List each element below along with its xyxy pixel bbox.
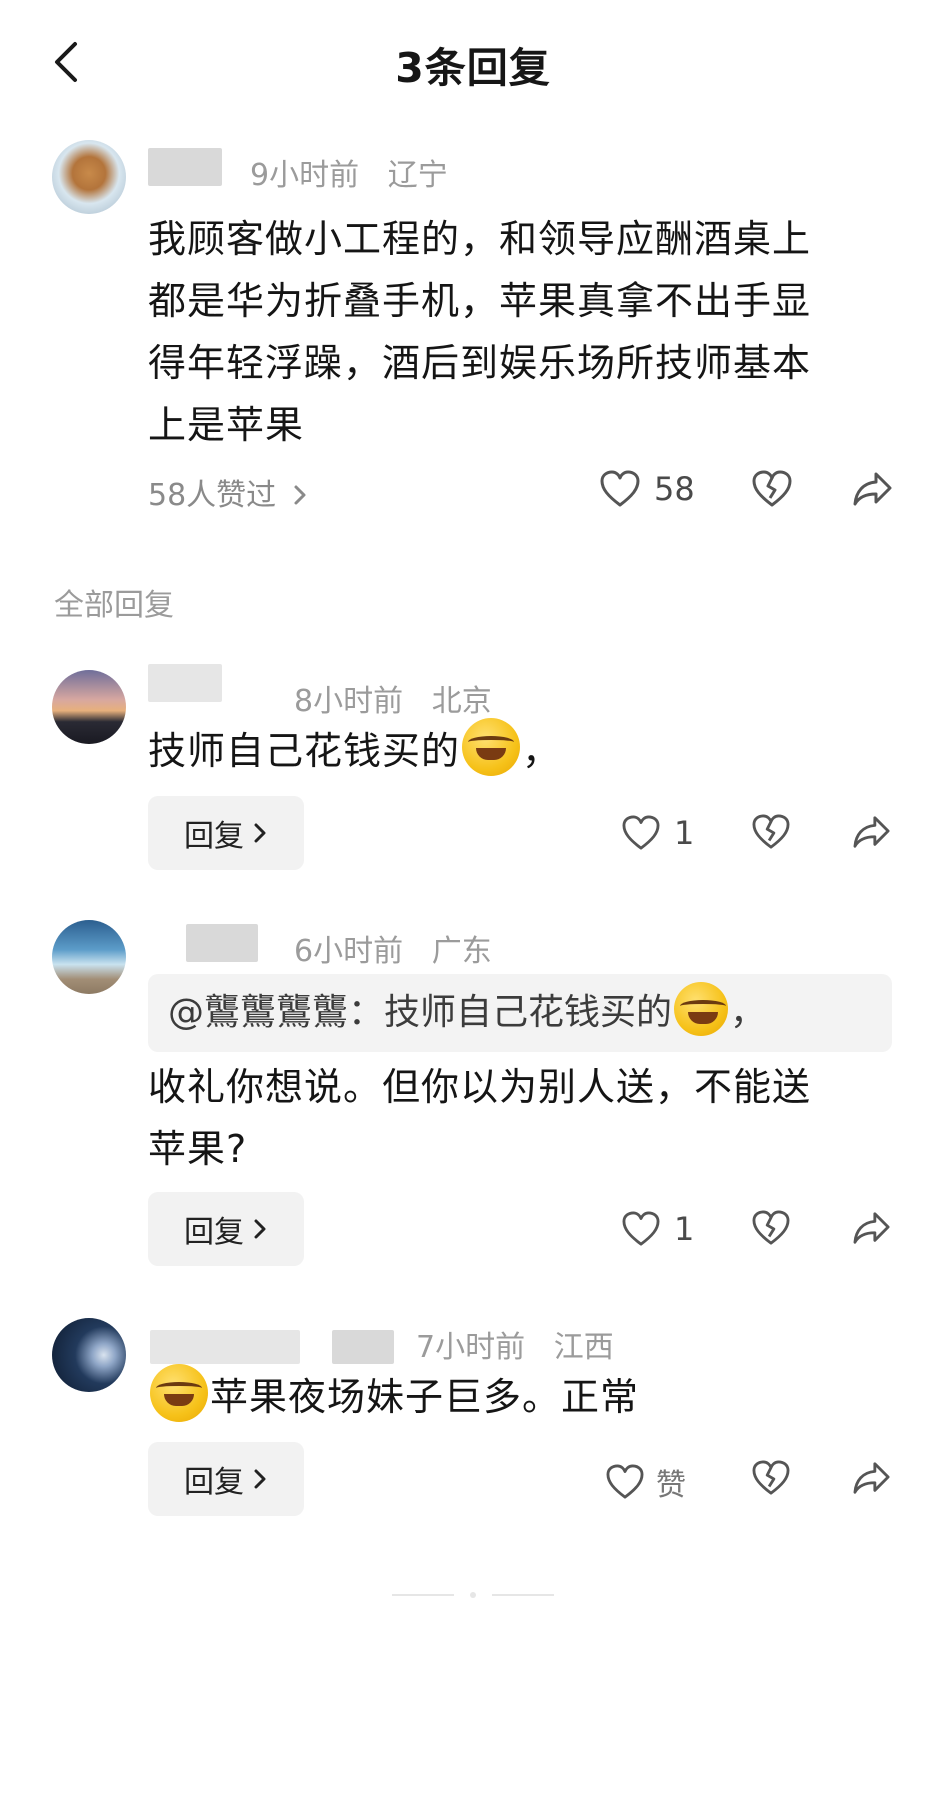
username-blurred[interactable]: [186, 924, 258, 962]
reply-button[interactable]: 回复: [148, 1192, 304, 1266]
chevron-right-icon: [254, 1469, 266, 1489]
reply-text-line: 收礼你想说。但你以为别人送，不能送: [148, 1065, 812, 1109]
reply-text-line: 苹果?: [148, 1127, 248, 1171]
reply-location: 广东: [431, 934, 492, 969]
reply-meta: 8小时前 北京: [294, 676, 492, 720]
page-title: 3条回复: [395, 44, 551, 92]
like-count: 58: [654, 470, 695, 508]
reply-button[interactable]: 回复: [148, 796, 304, 870]
like-button[interactable]: 1: [622, 1210, 694, 1248]
username-blurred[interactable]: [150, 1330, 300, 1364]
end-divider: [492, 1594, 554, 1596]
end-divider: [392, 1594, 454, 1596]
share-button[interactable]: [852, 1210, 892, 1246]
username-blurred[interactable]: [148, 148, 222, 186]
share-icon: [853, 1462, 890, 1494]
comment-text: 我顾客做小工程的，和领导应酬酒桌上 都是华为折叠手机，苹果真拿不出手显 得年轻浮…: [148, 208, 908, 456]
comment-meta: 9小时前 辽宁: [250, 150, 448, 194]
dislike-button[interactable]: [752, 1210, 790, 1246]
comment-location: 辽宁: [387, 158, 448, 193]
username-blurred[interactable]: [148, 664, 222, 702]
reply-location: 江西: [553, 1330, 614, 1365]
like-count: 1: [674, 1210, 695, 1248]
top-bar: 3条回复: [0, 0, 946, 122]
share-button[interactable]: [852, 1460, 892, 1496]
reply-text: 收礼你想说。但你以为别人送，不能送 苹果?: [148, 1056, 908, 1180]
like-label: 赞: [656, 1468, 686, 1503]
heart-icon: [606, 1464, 644, 1499]
reply-text-part: 技师自己花钱买的: [148, 729, 461, 773]
broken-heart-icon: [752, 1460, 790, 1495]
reply-text: 苹果夜场妹子巨多。正常: [148, 1364, 908, 1428]
chevron-right-icon: [294, 485, 306, 505]
yawning-emoji-icon: [150, 1364, 208, 1422]
heart-icon: [600, 470, 640, 507]
chevron-right-icon: [254, 1219, 266, 1239]
reply-button-label: 回复: [184, 1215, 244, 1250]
broken-heart-icon: [752, 470, 792, 507]
quoted-text: @鸗鸗鸗鸗：技师自己花钱买的: [168, 992, 673, 1033]
avatar[interactable]: [52, 1318, 126, 1392]
reply-location: 北京: [431, 684, 492, 719]
comment-time: 9小时前: [250, 158, 360, 193]
quoted-reply[interactable]: @鸗鸗鸗鸗：技师自己花钱买的 ，: [148, 974, 892, 1052]
reply-button-label: 回复: [184, 1465, 244, 1500]
share-icon: [853, 472, 892, 506]
section-label: 全部回复: [54, 588, 174, 623]
chevron-right-icon: [254, 823, 266, 843]
likers-text: 58人赞过: [148, 478, 277, 513]
share-icon: [853, 1212, 890, 1244]
reply-time: 6小时前: [294, 934, 404, 969]
end-dot: [470, 1592, 476, 1598]
reply-button[interactable]: 回复: [148, 1442, 304, 1516]
dislike-button[interactable]: [752, 470, 792, 508]
reply-time: 7小时前: [416, 1330, 526, 1365]
reply-meta: 6小时前 广东: [294, 926, 492, 970]
share-button[interactable]: [852, 814, 892, 850]
share-button[interactable]: [852, 470, 894, 508]
avatar[interactable]: [52, 140, 126, 214]
quoted-text-suffix: ，: [730, 992, 767, 1033]
like-count: 1: [674, 814, 695, 852]
reply-meta: 7小时前 江西: [416, 1322, 614, 1366]
laughing-tears-emoji-icon: [674, 982, 729, 1036]
heart-icon: [622, 1211, 660, 1246]
dislike-button[interactable]: [752, 814, 790, 850]
reply-button-label: 回复: [184, 819, 244, 854]
avatar[interactable]: [52, 920, 126, 994]
share-icon: [853, 816, 890, 848]
comment-text-line: 得年轻浮躁，酒后到娱乐场所技师基本: [148, 341, 812, 385]
comment-text-line: 都是华为折叠手机，苹果真拿不出手显: [148, 279, 812, 323]
like-button[interactable]: 58: [600, 470, 695, 508]
dislike-button[interactable]: [752, 1460, 790, 1496]
reply-text: 技师自己花钱买的 ，: [148, 718, 908, 782]
username-blurred[interactable]: [332, 1330, 394, 1364]
broken-heart-icon: [752, 814, 790, 849]
reply-text-part: ，: [522, 729, 562, 773]
comment-text-line: 我顾客做小工程的，和领导应酬酒桌上: [148, 217, 812, 261]
broken-heart-icon: [752, 1210, 790, 1245]
avatar[interactable]: [52, 670, 126, 744]
like-button[interactable]: 赞: [606, 1460, 686, 1504]
like-button[interactable]: 1: [622, 814, 694, 852]
reply-text-part: 苹果夜场妹子巨多。正常: [210, 1375, 640, 1419]
laughing-tears-emoji-icon: [462, 718, 521, 776]
comment-text-line: 上是苹果: [148, 403, 305, 447]
heart-icon: [622, 815, 660, 850]
likers-link[interactable]: 58人赞过: [148, 470, 308, 514]
reply-time: 8小时前: [294, 684, 404, 719]
